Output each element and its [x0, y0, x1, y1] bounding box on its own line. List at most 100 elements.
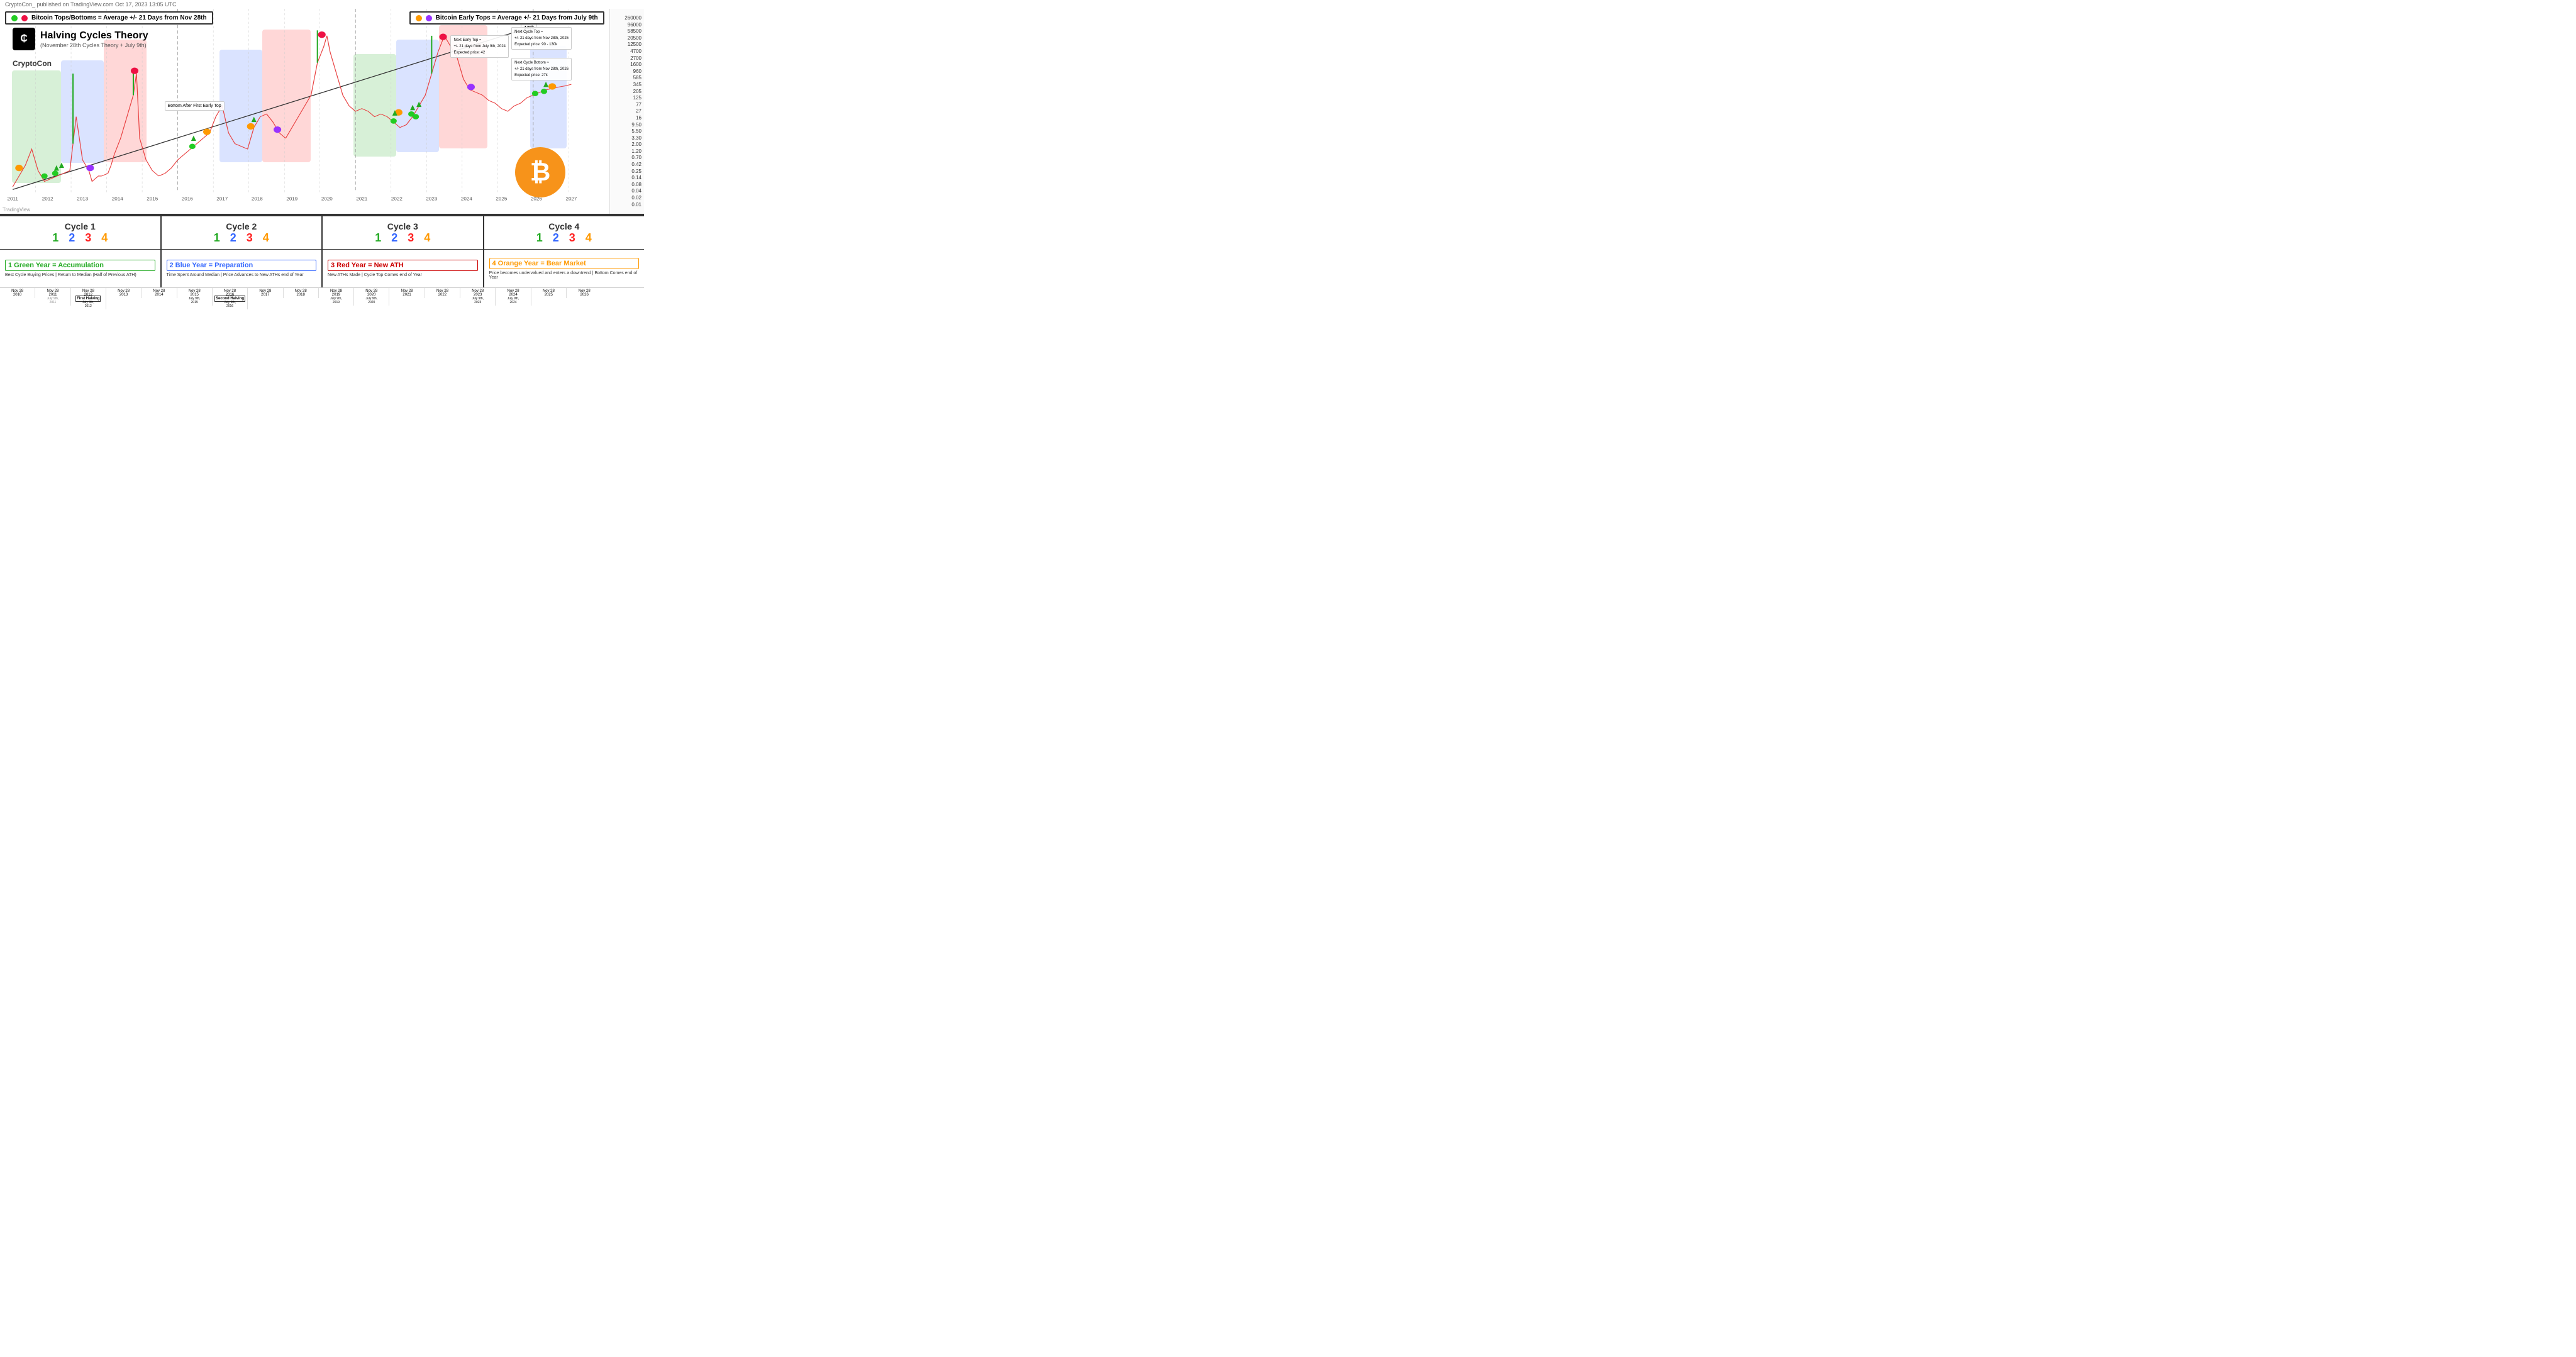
cycle2-numbers: 1 2 3 4	[214, 231, 269, 245]
cycle3-numbers: 1 2 3 4	[375, 231, 430, 245]
svg-text:2015: 2015	[147, 196, 158, 201]
cycle4-numbers: 1 2 3 4	[536, 231, 592, 245]
svg-text:2014: 2014	[112, 196, 123, 201]
early-tops-legend: Bitcoin Early Tops = Average +/- 21 Days…	[409, 11, 604, 25]
date-nov2016: Nov 282016Second HalvingJuly 9th,2016	[213, 288, 248, 309]
orange-year-title: 4 Orange Year = Bear Market	[489, 258, 640, 269]
svg-text:2019: 2019	[286, 196, 297, 201]
date-nov2012: Nov 282012First HalvingJuly 9th,2012	[71, 288, 106, 309]
date-nov2011: Nov 282011July 9th,2011	[35, 288, 70, 306]
price-level: 0.02	[613, 195, 641, 201]
red-year-title: 3 Red Year = New ATH	[328, 260, 478, 271]
price-level: 260000	[613, 15, 641, 21]
price-level: 4700	[613, 48, 641, 54]
price-level: 27	[613, 108, 641, 114]
next-early-top-annotation: Next Early Top ≈ +/- 21 days from July 9…	[450, 35, 509, 57]
chart-title: Halving Cycles Theory	[40, 30, 148, 42]
red-year-desc: 3 Red Year = New ATH New ATHs Made | Cyc…	[323, 250, 484, 287]
blue-year-desc: 2 Blue Year = Preparation Time Spent Aro…	[162, 250, 323, 287]
cycle1-num4: 4	[101, 231, 108, 245]
cycle2-num4: 4	[263, 231, 269, 245]
date-nov2015: Nov 282015July 9th,2015	[177, 288, 213, 306]
svg-text:2016: 2016	[182, 196, 193, 201]
logo-area: ₵ Halving Cycles Theory (November 28th C…	[13, 28, 148, 50]
price-level: 58500	[613, 28, 641, 34]
publisher-label: CryptoCon_	[5, 1, 35, 8]
red-dot-icon	[21, 15, 28, 21]
bottom-section: Cycle 1 1 2 3 4 Cycle 2 1 2 3 4	[0, 214, 644, 340]
date-nov2014: Nov 282014	[142, 288, 177, 298]
date-nov2018: Nov 282018	[284, 288, 319, 298]
svg-text:2022: 2022	[391, 196, 402, 201]
cryptocon-logo: ₵	[13, 28, 35, 50]
price-level: 0.01	[613, 202, 641, 208]
cycle2-num1: 1	[214, 231, 220, 245]
price-level: 9.50	[613, 122, 641, 128]
orange-year-desc: 4 Orange Year = Bear Market Price become…	[484, 250, 645, 287]
cycle2-label: Cycle 2	[226, 221, 257, 231]
blue-year-title: 2 Blue Year = Preparation	[167, 260, 317, 271]
tops-bottoms-label: Bitcoin Tops/Bottoms = Average +/- 21 Da…	[31, 14, 207, 21]
cycle3-box: Cycle 3 1 2 3 4	[323, 216, 484, 249]
bitcoin-logo-icon: ₿	[515, 147, 565, 197]
top-bar: CryptoCon_ published on TradingView.com …	[0, 0, 644, 9]
chart-main: Bitcoin Tops/Bottoms = Average +/- 21 Da…	[0, 9, 609, 214]
price-level: 0.25	[613, 169, 641, 174]
green-year-subtitle: Best Cycle Buying Prices | Return to Med…	[5, 273, 155, 277]
svg-text:2017: 2017	[216, 196, 228, 201]
cycle2-num2: 2	[230, 231, 236, 245]
title-group: Halving Cycles Theory (November 28th Cyc…	[40, 30, 148, 48]
svg-text:2018: 2018	[252, 196, 263, 201]
legend-top: Bitcoin Tops/Bottoms = Average +/- 21 Da…	[5, 11, 604, 25]
price-level: 0.70	[613, 155, 641, 160]
cycle3-num3: 3	[408, 231, 414, 245]
green-year-desc: 1 Green Year = Accumulation Best Cycle B…	[0, 250, 162, 287]
price-level: 125	[613, 95, 641, 101]
cycle4-num4: 4	[586, 231, 592, 245]
red-year-subtitle: New ATHs Made | Cycle Top Comes end of Y…	[328, 273, 478, 277]
date-nov2022: Nov 282022	[425, 288, 460, 298]
blue-year-subtitle: Time Spent Around Median | Price Advance…	[167, 273, 317, 277]
price-axis: 260000 96000 58500 20500 12500 4700 2700…	[609, 9, 644, 214]
cycle2-box: Cycle 2 1 2 3 4	[162, 216, 323, 249]
cycle3-num1: 1	[375, 231, 381, 245]
svg-text:2027: 2027	[565, 196, 577, 201]
date-nov2010: Nov 282010	[0, 288, 35, 298]
cycle4-num1: 1	[536, 231, 543, 245]
cycle1-box: Cycle 1 1 2 3 4	[0, 216, 162, 249]
platform-label: published on	[37, 1, 70, 8]
price-level: 16	[613, 115, 641, 121]
date-nov2013: Nov 282013	[106, 288, 142, 298]
platform-name: TradingView.com	[70, 1, 114, 8]
price-level: 1.20	[613, 148, 641, 154]
year-descriptions-row: 1 Green Year = Accumulation Best Cycle B…	[0, 250, 644, 287]
chart-subtitle: (November 28th Cycles Theory + July 9th)	[40, 42, 148, 48]
orange-year-subtitle: Price becomes undervalued and enters a d…	[489, 271, 640, 280]
next-cycle-bottom-annotation: Next Cycle Bottom ≈ +/- 21 days from Nov…	[511, 58, 572, 80]
cycle1-num2: 2	[69, 231, 75, 245]
cycle1-num1: 1	[52, 231, 58, 245]
date-nov2017: Nov 282017	[248, 288, 283, 298]
price-level: 0.08	[613, 182, 641, 187]
svg-text:2011: 2011	[8, 196, 18, 201]
early-tops-label: Bitcoin Early Tops = Average +/- 21 Days…	[436, 14, 598, 21]
cycle4-num3: 3	[569, 231, 575, 245]
price-level: 12500	[613, 42, 641, 47]
date-nov2025: Nov 282025	[531, 288, 567, 298]
cycle4-label: Cycle 4	[548, 221, 579, 231]
cycle1-label: Cycle 1	[65, 221, 96, 231]
author-label: CryptoCon	[13, 59, 52, 68]
date-nov2019: Nov 282019July 9th,2019	[319, 288, 354, 306]
dates-row: Nov 282010 Nov 282011July 9th,2011 Nov 2…	[0, 287, 644, 319]
cycle1-num3: 3	[85, 231, 91, 245]
cycles-row: Cycle 1 1 2 3 4 Cycle 2 1 2 3 4	[0, 215, 644, 250]
price-level: 20500	[613, 35, 641, 41]
green-dot-icon	[11, 15, 18, 21]
chart-area: Bitcoin Tops/Bottoms = Average +/- 21 Da…	[0, 9, 644, 214]
price-level: 2.00	[613, 141, 641, 147]
cycle2-num3: 3	[247, 231, 253, 245]
price-level: 205	[613, 89, 641, 94]
tradingview-badge: TradingView	[3, 207, 30, 213]
svg-text:2025: 2025	[496, 196, 507, 201]
orange-dot-icon	[416, 15, 422, 21]
